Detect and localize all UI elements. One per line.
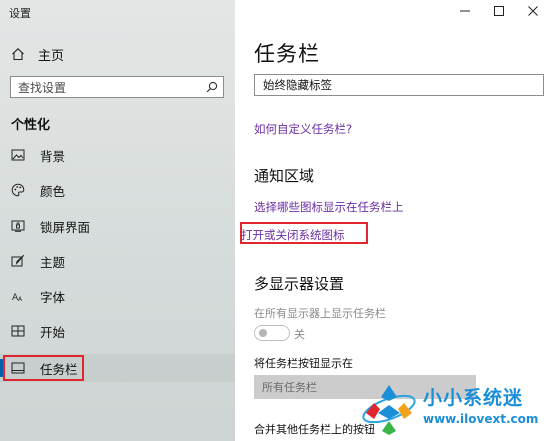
- show-all-displays-label: 在所有显示器上显示任务栏: [254, 307, 386, 320]
- window-title: 设置: [9, 7, 31, 20]
- show-buttons-on-label: 将任务栏按钮显示在: [254, 357, 353, 370]
- window-caption-buttons: [448, 0, 550, 22]
- sidebar-item-label: 字体: [40, 289, 66, 305]
- start-grid-icon: [10, 323, 26, 339]
- sidebar-item-start[interactable]: 开始: [0, 317, 235, 345]
- search-box[interactable]: 查找设置: [10, 76, 224, 98]
- image-icon: [10, 147, 26, 163]
- taskbar-highlight-box: [3, 355, 84, 381]
- toggle-knob: [259, 329, 267, 337]
- watermark-name: 小小系统迷: [423, 387, 524, 409]
- svg-text:A: A: [18, 296, 23, 303]
- sidebar-item-label: 主题: [40, 254, 66, 270]
- lock-screen-icon: [10, 218, 26, 234]
- theme-brush-icon: [10, 253, 26, 269]
- search-input[interactable]: 查找设置: [11, 79, 201, 96]
- home-nav-item[interactable]: 主页: [10, 44, 64, 64]
- close-button[interactable]: [516, 0, 550, 22]
- toggle-state-text: 关: [294, 328, 305, 341]
- combine-buttons-dropdown[interactable]: 始终隐藏标签: [254, 74, 544, 96]
- sidebar-item-lock-screen[interactable]: 锁屏界面: [0, 212, 235, 240]
- font-icon: AA: [10, 288, 26, 304]
- maximize-button[interactable]: [482, 0, 516, 22]
- sidebar-item-label: 开始: [40, 324, 66, 340]
- minimize-button[interactable]: [448, 0, 482, 22]
- select-icons-link[interactable]: 选择哪些图标显示在任务栏上: [254, 199, 404, 215]
- palette-icon: [10, 182, 26, 198]
- watermark-url: www.ilovext.com: [423, 412, 539, 426]
- system-icons-highlight-box: [240, 222, 368, 244]
- page-title: 任务栏: [254, 42, 320, 66]
- sidebar-item-fonts[interactable]: AA 字体: [0, 282, 235, 310]
- buttons-display-dropdown[interactable]: 所有任务栏: [254, 375, 356, 399]
- search-icon[interactable]: [201, 77, 223, 97]
- sidebar-item-label: 颜色: [40, 183, 66, 199]
- home-label: 主页: [38, 48, 65, 64]
- sidebar: 设置 主页 查找设置 个性化 背景 颜色 锁屏界面 主题 A A 字体 开始 任…: [0, 0, 235, 441]
- multi-display-heading: 多显示器设置: [254, 275, 345, 293]
- site-watermark: 小小系统迷 www.ilovext.com: [359, 375, 550, 441]
- maximize-icon: [494, 6, 504, 16]
- show-all-displays-toggle[interactable]: [254, 325, 290, 341]
- home-icon: [10, 46, 26, 62]
- notification-area-heading: 通知区域: [254, 167, 315, 185]
- combine-other-label: 合并其他任务栏上的按钮: [254, 423, 375, 436]
- sidebar-item-colors[interactable]: 颜色: [0, 176, 235, 204]
- sidebar-item-background[interactable]: 背景: [0, 141, 235, 169]
- sidebar-item-themes[interactable]: 主题: [0, 247, 235, 275]
- sidebar-item-label: 背景: [40, 148, 66, 164]
- sidebar-item-label: 锁屏界面: [40, 219, 91, 235]
- customize-taskbar-link[interactable]: 如何自定义任务栏?: [254, 121, 352, 137]
- close-icon: [528, 6, 538, 16]
- watermark-logo-icon: [362, 385, 416, 435]
- minimize-icon: [460, 10, 470, 12]
- section-title-personalization: 个性化: [11, 118, 51, 133]
